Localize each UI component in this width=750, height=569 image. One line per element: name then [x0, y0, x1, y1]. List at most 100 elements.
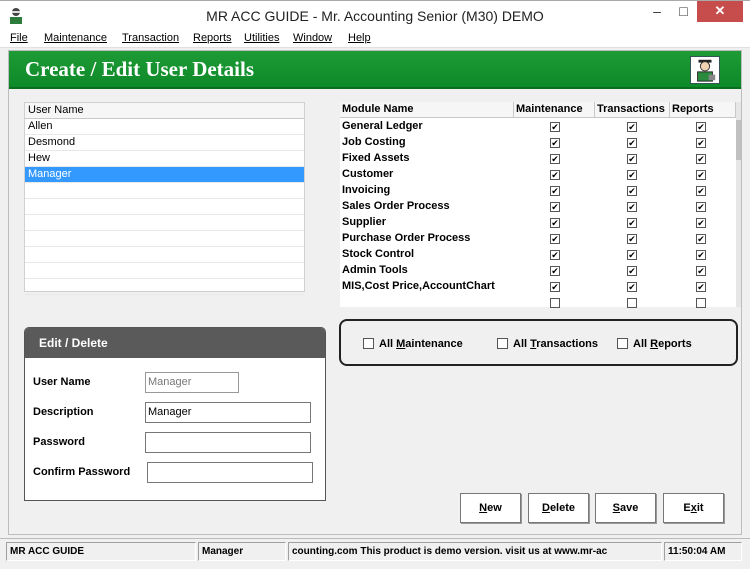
- description-field[interactable]: Manager: [145, 402, 311, 423]
- user-row-empty[interactable]: [25, 215, 304, 231]
- reports-checkbox[interactable]: ✔: [696, 282, 706, 292]
- user-list: User Name Allen Desmond Hew Manager: [24, 102, 305, 295]
- all-transactions-checkbox[interactable]: All Transactions: [497, 338, 598, 350]
- col-header-reports: Reports: [670, 102, 736, 118]
- col-header-maintenance: Maintenance: [514, 102, 595, 118]
- module-name: Admin Tools: [342, 264, 408, 276]
- user-row-allen[interactable]: Allen: [25, 119, 304, 135]
- transactions-checkbox[interactable]: ✔: [627, 186, 637, 196]
- menu-maintenance[interactable]: Maintenance: [44, 32, 107, 44]
- module-row: Supplier ✔ ✔ ✔: [340, 215, 736, 231]
- minimize-button[interactable]: –: [644, 1, 670, 22]
- maintenance-checkbox[interactable]: ✔: [550, 154, 560, 164]
- transactions-checkbox[interactable]: ✔: [627, 234, 637, 244]
- maintenance-checkbox[interactable]: ✔: [550, 122, 560, 132]
- close-button[interactable]: ✕: [697, 1, 743, 22]
- menu-file[interactable]: File: [10, 32, 28, 44]
- checkbox-box[interactable]: [617, 338, 628, 349]
- maintenance-checkbox[interactable]: ✔: [550, 202, 560, 212]
- module-name: Customer: [342, 168, 394, 180]
- status-message: counting.com This product is demo versio…: [288, 542, 662, 561]
- user-name-field[interactable]: Manager: [145, 372, 239, 393]
- maintenance-checkbox[interactable]: [550, 298, 560, 308]
- maintenance-checkbox[interactable]: ✔: [550, 266, 560, 276]
- transactions-checkbox[interactable]: ✔: [627, 122, 637, 132]
- page-title: Create / Edit User Details: [25, 57, 255, 81]
- module-name: Supplier: [342, 216, 387, 228]
- module-row: Customer ✔ ✔ ✔: [340, 167, 736, 183]
- module-name: Job Costing: [342, 136, 406, 148]
- reports-checkbox[interactable]: [696, 298, 706, 308]
- user-row-empty[interactable]: [25, 263, 304, 279]
- col-header-transactions: Transactions: [595, 102, 670, 118]
- confirm-password-field[interactable]: [147, 462, 313, 483]
- transactions-checkbox[interactable]: ✔: [627, 282, 637, 292]
- module-row: Sales Order Process ✔ ✔ ✔: [340, 199, 736, 215]
- user-row-hew[interactable]: Hew: [25, 151, 304, 167]
- transactions-checkbox[interactable]: ✔: [627, 202, 637, 212]
- reports-checkbox[interactable]: ✔: [696, 266, 706, 276]
- transactions-checkbox[interactable]: ✔: [627, 218, 637, 228]
- module-row: [340, 295, 736, 311]
- checkbox-box[interactable]: [497, 338, 508, 349]
- reports-checkbox[interactable]: ✔: [696, 186, 706, 196]
- reports-checkbox[interactable]: ✔: [696, 170, 706, 180]
- transactions-checkbox[interactable]: [627, 298, 637, 308]
- transactions-checkbox[interactable]: ✔: [627, 170, 637, 180]
- menu-reports[interactable]: Reports: [193, 32, 232, 44]
- save-button[interactable]: Save: [595, 493, 656, 523]
- transactions-checkbox[interactable]: ✔: [627, 154, 637, 164]
- reports-checkbox[interactable]: ✔: [696, 218, 706, 228]
- user-row-empty[interactable]: [25, 199, 304, 215]
- user-list-header: User Name: [25, 103, 304, 119]
- user-row-empty[interactable]: [25, 279, 304, 295]
- transactions-checkbox[interactable]: ✔: [627, 250, 637, 260]
- menu-window[interactable]: Window: [293, 32, 332, 44]
- all-reports-checkbox[interactable]: All Reports: [617, 338, 692, 350]
- grid-scrollbar[interactable]: [736, 102, 741, 307]
- module-row: Job Costing ✔ ✔ ✔: [340, 135, 736, 151]
- reports-checkbox[interactable]: ✔: [696, 234, 706, 244]
- edit-panel-title: Edit / Delete: [25, 328, 325, 358]
- maintenance-checkbox[interactable]: ✔: [550, 170, 560, 180]
- status-app: MR ACC GUIDE: [6, 542, 196, 561]
- reports-checkbox[interactable]: ✔: [696, 202, 706, 212]
- user-row-empty[interactable]: [25, 183, 304, 199]
- reports-checkbox[interactable]: ✔: [696, 154, 706, 164]
- maintenance-checkbox[interactable]: ✔: [550, 234, 560, 244]
- maintenance-checkbox[interactable]: ✔: [550, 186, 560, 196]
- transactions-checkbox[interactable]: ✔: [627, 266, 637, 276]
- checkbox-box[interactable]: [363, 338, 374, 349]
- module-row: MIS,Cost Price,AccountChart ✔ ✔ ✔: [340, 279, 736, 295]
- scrollbar-thumb[interactable]: [736, 120, 741, 160]
- module-name: Sales Order Process: [342, 200, 450, 212]
- maximize-button[interactable]: □: [670, 1, 697, 22]
- exit-button[interactable]: Exit: [663, 493, 724, 523]
- reports-checkbox[interactable]: ✔: [696, 122, 706, 132]
- status-bar: MR ACC GUIDE Manager counting.com This p…: [0, 538, 750, 563]
- module-name: MIS,Cost Price,AccountChart: [342, 280, 495, 292]
- reports-checkbox[interactable]: ✔: [696, 138, 706, 148]
- user-row-empty[interactable]: [25, 247, 304, 263]
- transactions-checkbox[interactable]: ✔: [627, 138, 637, 148]
- maintenance-checkbox[interactable]: ✔: [550, 218, 560, 228]
- module-row: Admin Tools ✔ ✔ ✔: [340, 263, 736, 279]
- user-name-label: User Name: [33, 376, 91, 388]
- module-name: General Ledger: [342, 120, 423, 132]
- maintenance-checkbox[interactable]: ✔: [550, 282, 560, 292]
- module-row: Purchase Order Process ✔ ✔ ✔: [340, 231, 736, 247]
- title-bar: MR ACC GUIDE - Mr. Accounting Senior (M3…: [0, 0, 750, 30]
- maintenance-checkbox[interactable]: ✔: [550, 138, 560, 148]
- menu-utilities[interactable]: Utilities: [244, 32, 279, 44]
- all-maintenance-checkbox[interactable]: All Maintenance: [363, 338, 463, 350]
- user-row-empty[interactable]: [25, 231, 304, 247]
- password-field[interactable]: [145, 432, 311, 453]
- reports-checkbox[interactable]: ✔: [696, 250, 706, 260]
- user-row-desmond[interactable]: Desmond: [25, 135, 304, 151]
- maintenance-checkbox[interactable]: ✔: [550, 250, 560, 260]
- delete-button[interactable]: Delete: [528, 493, 589, 523]
- menu-help[interactable]: Help: [348, 32, 371, 44]
- menu-transaction[interactable]: Transaction: [122, 32, 179, 44]
- new-button[interactable]: New: [460, 493, 521, 523]
- user-row-manager[interactable]: Manager: [25, 167, 304, 183]
